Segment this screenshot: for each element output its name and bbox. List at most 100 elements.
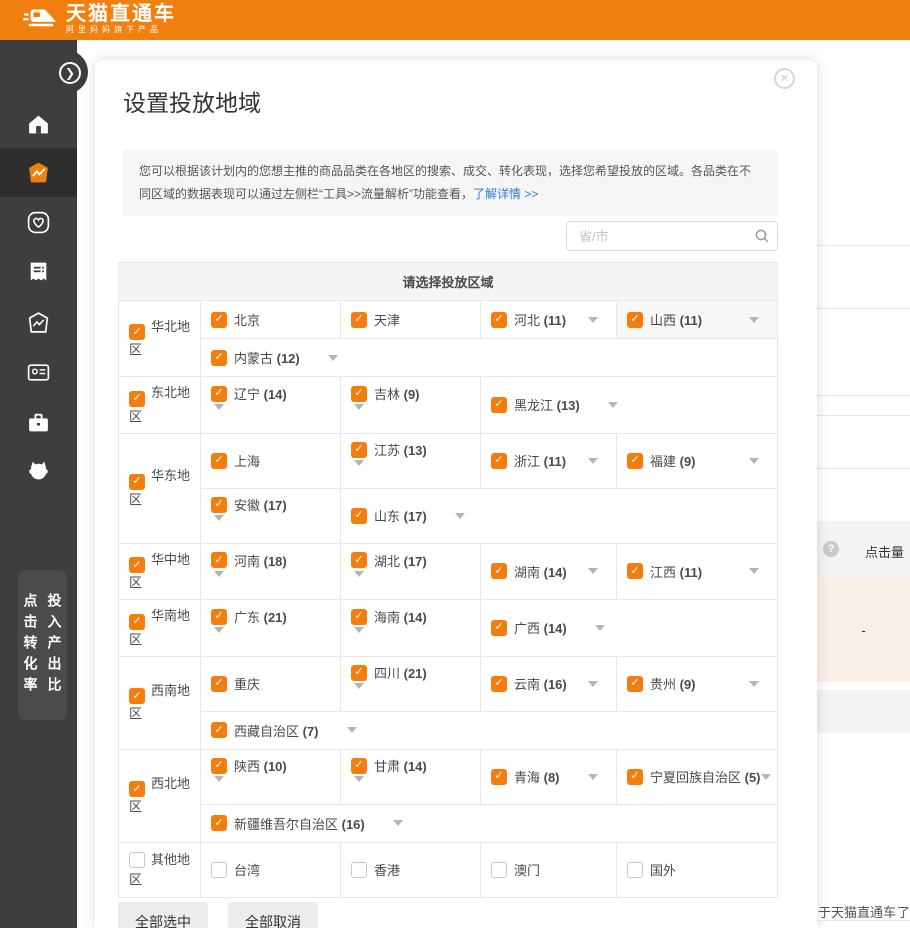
region-group-cell[interactable]: 东北地区 (119, 377, 201, 434)
checkbox[interactable] (129, 474, 145, 490)
checkbox[interactable] (351, 862, 367, 878)
province-cell[interactable]: 福建 (9) (617, 433, 778, 488)
checkbox[interactable] (211, 350, 227, 366)
dropdown-arrow-icon[interactable] (214, 776, 224, 797)
checkbox[interactable] (351, 758, 367, 774)
province-cell[interactable]: 台湾 (201, 842, 341, 897)
province-cell[interactable]: 四川 (21) (341, 656, 481, 711)
checkbox[interactable] (627, 453, 643, 469)
checkbox[interactable] (211, 758, 227, 774)
province-cell[interactable]: 湖北 (17) (341, 543, 481, 600)
province-cell[interactable]: 辽宁 (14) (201, 377, 341, 434)
province-cell[interactable]: 广东 (21) (201, 600, 341, 657)
checkbox[interactable] (211, 453, 227, 469)
info-detail-link[interactable]: 了解详情 >> (473, 187, 538, 201)
checkbox[interactable] (351, 312, 367, 328)
province-cell[interactable]: 广西 (14) (481, 600, 778, 657)
province-cell[interactable]: 浙江 (11) (481, 433, 617, 488)
dropdown-arrow-icon[interactable] (608, 402, 618, 408)
checkbox[interactable] (129, 688, 145, 704)
region-group-cell[interactable]: 华东地区 (119, 433, 201, 543)
dropdown-arrow-icon[interactable] (749, 458, 759, 464)
checkbox[interactable] (491, 620, 507, 636)
dropdown-arrow-icon[interactable] (588, 458, 598, 464)
checkbox[interactable] (211, 676, 227, 692)
region-group-cell[interactable]: 华南地区 (119, 600, 201, 657)
checkbox[interactable] (129, 324, 145, 340)
province-cell[interactable]: 国外 (617, 842, 778, 897)
province-cell[interactable]: 澳门 (481, 842, 617, 897)
tmall-cat-icon[interactable] (26, 458, 51, 483)
dropdown-arrow-icon[interactable] (354, 571, 364, 592)
province-cell[interactable]: 青海 (8) (481, 749, 617, 804)
checkbox[interactable] (491, 676, 507, 692)
checkbox[interactable] (491, 563, 507, 579)
checkbox[interactable] (211, 722, 227, 738)
region-group-cell[interactable]: 西北地区 (119, 749, 201, 842)
search-input[interactable] (566, 221, 778, 251)
report-icon[interactable] (26, 260, 51, 285)
search-icon[interactable] (754, 228, 770, 244)
dropdown-arrow-icon[interactable] (214, 404, 224, 425)
province-cell[interactable]: 江苏 (13) (341, 433, 481, 488)
province-cell[interactable]: 江西 (11) (617, 543, 778, 600)
dropdown-arrow-icon[interactable] (347, 727, 357, 733)
dropdown-arrow-icon[interactable] (354, 460, 364, 481)
dropdown-arrow-icon[interactable] (328, 355, 338, 361)
bg-footer-left[interactable]: 于天猫直通车 (818, 905, 896, 920)
checkbox[interactable] (129, 614, 145, 630)
province-cell[interactable]: 天津 (341, 301, 481, 339)
dropdown-arrow-icon[interactable] (749, 317, 759, 323)
checkbox[interactable] (129, 391, 145, 407)
dropdown-arrow-icon[interactable] (761, 774, 771, 780)
province-cell[interactable]: 吉林 (9) (341, 377, 481, 434)
help-icon[interactable] (823, 541, 839, 557)
checkbox[interactable] (491, 453, 507, 469)
checkbox[interactable] (351, 442, 367, 458)
region-group-cell[interactable]: 其他地区 (119, 842, 201, 897)
id-card-icon[interactable] (26, 360, 51, 385)
checkbox[interactable] (129, 852, 145, 868)
region-group-cell[interactable]: 西南地区 (119, 656, 201, 749)
province-cell[interactable]: 上海 (201, 433, 341, 488)
province-cell[interactable]: 宁夏回族自治区 (5) (617, 749, 778, 804)
deselect-all-button[interactable]: 全部取消 (228, 902, 318, 928)
checkbox[interactable] (211, 497, 227, 513)
shop-bag-icon[interactable] (26, 310, 51, 335)
province-cell[interactable]: 陕西 (10) (201, 749, 341, 804)
dropdown-arrow-icon[interactable] (588, 568, 598, 574)
province-cell[interactable]: 河北 (11) (481, 301, 617, 339)
dropdown-arrow-icon[interactable] (455, 513, 465, 519)
province-cell[interactable]: 云南 (16) (481, 656, 617, 711)
checkbox[interactable] (351, 665, 367, 681)
province-cell[interactable]: 湖南 (14) (481, 543, 617, 600)
checkbox[interactable] (129, 557, 145, 573)
province-cell[interactable]: 北京 (201, 301, 341, 339)
dropdown-arrow-icon[interactable] (588, 317, 598, 323)
checkbox[interactable] (211, 815, 227, 831)
checkbox[interactable] (491, 397, 507, 413)
checkbox[interactable] (491, 862, 507, 878)
checkbox[interactable] (627, 312, 643, 328)
checkbox[interactable] (351, 552, 367, 568)
checkbox[interactable] (211, 862, 227, 878)
dropdown-arrow-icon[interactable] (354, 404, 364, 425)
checkbox[interactable] (491, 769, 507, 785)
checkbox[interactable] (129, 781, 145, 797)
expand-icon[interactable]: ❯ (59, 62, 81, 84)
checkbox[interactable] (627, 769, 643, 785)
checkbox[interactable] (351, 386, 367, 402)
province-cell[interactable]: 河南 (18) (201, 543, 341, 600)
dropdown-arrow-icon[interactable] (354, 776, 364, 797)
dropdown-arrow-icon[interactable] (595, 625, 605, 631)
checkbox[interactable] (351, 508, 367, 524)
bg-footer-right[interactable]: 了 (897, 902, 910, 921)
checkbox[interactable] (627, 563, 643, 579)
dropdown-arrow-icon[interactable] (214, 571, 224, 592)
region-group-cell[interactable]: 华北地区 (119, 301, 201, 377)
province-cell[interactable]: 甘肃 (14) (341, 749, 481, 804)
select-all-button[interactable]: 全部选中 (118, 902, 208, 928)
province-cell[interactable]: 西藏自治区 (7) (201, 711, 778, 749)
favorites-heart-icon[interactable] (26, 210, 51, 235)
province-cell[interactable]: 海南 (14) (341, 600, 481, 657)
